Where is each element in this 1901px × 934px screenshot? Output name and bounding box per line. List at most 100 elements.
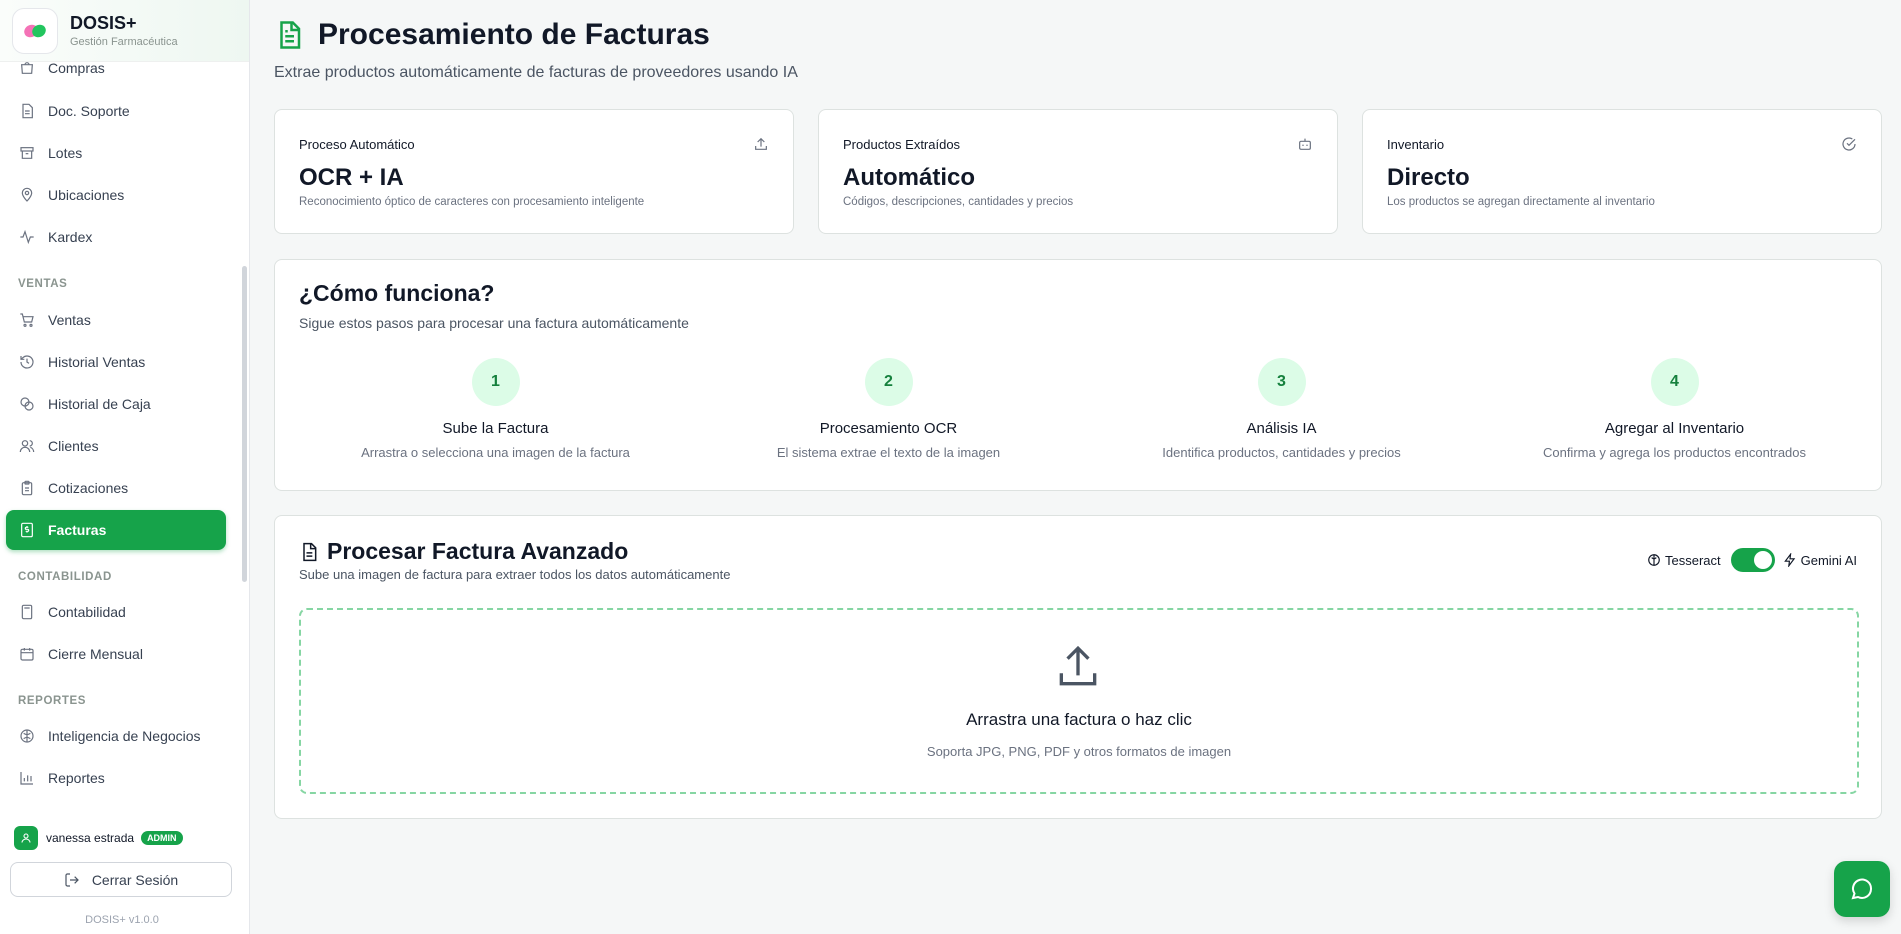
sidebar-item-reportes[interactable]: Reportes — [6, 758, 226, 798]
document-icon — [274, 19, 304, 51]
brain-icon — [1647, 553, 1661, 567]
map-pin-icon — [18, 186, 36, 204]
step-description: Confirma y agrega los productos encontra… — [1542, 445, 1807, 460]
brand-subtitle: Gestión Farmacéutica — [70, 36, 178, 48]
page-subtitle: Extrae productos automáticamente de fact… — [274, 64, 798, 81]
logout-icon — [64, 872, 80, 888]
sidebar-item-historial-caja[interactable]: Historial de Caja — [6, 384, 226, 424]
bot-icon — [1297, 136, 1313, 157]
sidebar-item-compras[interactable]: Compras — [6, 62, 226, 88]
logout-button[interactable]: Cerrar Sesión — [10, 862, 232, 897]
section-title-reportes: REPORTES — [18, 695, 87, 707]
stat-card-inventario: Inventario Directo Los productos se agre… — [1362, 109, 1882, 234]
user-name: vanessa estrada — [46, 831, 135, 845]
sidebar-scrollbar[interactable] — [242, 266, 247, 582]
sidebar-item-facturas[interactable]: Facturas — [6, 510, 226, 550]
step-1: 1 Sube la Factura Arrastra o selecciona … — [299, 358, 692, 460]
sidebar-item-contabilidad[interactable]: Contabilidad — [6, 592, 226, 632]
sidebar-item-historial-ventas[interactable]: Historial Ventas — [6, 342, 226, 382]
zap-icon — [1783, 553, 1797, 567]
sidebar-item-lotes[interactable]: Lotes — [6, 133, 226, 173]
step-2: 2 Procesamiento OCR El sistema extrae el… — [692, 358, 1085, 460]
sidebar-item-label: Doc. Soporte — [48, 103, 130, 119]
shopping-bag-icon — [18, 62, 36, 77]
upload-icon — [1053, 642, 1103, 697]
how-it-works-card: ¿Cómo funciona? Sigue estos pasos para p… — [274, 259, 1882, 491]
sidebar-item-label: Inteligencia de Negocios — [48, 728, 201, 744]
engine-label-tesseract: Tesseract — [1665, 552, 1721, 568]
step-description: Identifica productos, cantidades y preci… — [1162, 445, 1401, 460]
sidebar-item-doc-soporte[interactable]: Doc. Soporte — [6, 91, 226, 131]
sidebar-item-label: Contabilidad — [48, 604, 126, 620]
how-title: ¿Cómo funciona? — [299, 280, 495, 306]
sidebar: DOSIS+ Gestión Farmacéutica Compras Doc.… — [0, 0, 250, 934]
stat-description: Los productos se agregan directamente al… — [1387, 196, 1655, 208]
sidebar-item-label: Compras — [48, 62, 105, 76]
users-icon — [18, 437, 36, 455]
chat-icon — [1850, 877, 1874, 901]
file-text-icon — [299, 542, 319, 562]
sidebar-item-cotizaciones[interactable]: Cotizaciones — [6, 468, 226, 508]
upload-icon — [753, 136, 769, 157]
page-header: Procesamiento de Facturas — [274, 18, 710, 52]
calculator-icon — [18, 603, 36, 621]
dropzone-title: Arrastra una factura o haz clic — [966, 710, 1192, 729]
sidebar-item-inteligencia-negocios[interactable]: Inteligencia de Negocios — [6, 716, 226, 756]
toggle-knob — [1753, 551, 1772, 569]
role-badge: ADMIN — [141, 831, 183, 845]
sidebar-item-label: Clientes — [48, 438, 99, 454]
coins-icon — [18, 395, 36, 413]
brain-icon — [18, 727, 36, 745]
file-icon — [18, 102, 36, 120]
archive-icon — [18, 144, 36, 162]
sidebar-item-label: Ubicaciones — [48, 187, 125, 203]
brand-header: DOSIS+ Gestión Farmacéutica — [0, 0, 249, 62]
brand-name: DOSIS+ — [70, 13, 137, 33]
stat-card-proceso: Proceso Automático OCR + IA Reconocimien… — [274, 109, 794, 234]
user-info: vanessa estrada ADMIN — [14, 826, 183, 850]
sidebar-item-kardex[interactable]: Kardex — [6, 217, 226, 257]
invoice-processor-card: Procesar Factura Avanzado Sube una image… — [274, 515, 1882, 819]
check-circle-icon — [1841, 136, 1857, 157]
step-description: Arrastra o selecciona una imagen de la f… — [361, 445, 630, 460]
clipboard-icon — [18, 479, 36, 497]
step-4: 4 Agregar al Inventario Confirma y agreg… — [1478, 358, 1871, 460]
sidebar-nav[interactable]: Compras Doc. Soporte Lotes Ubicaciones K… — [0, 62, 244, 807]
step-title: Sube la Factura — [442, 420, 549, 437]
history-icon — [18, 353, 36, 371]
sidebar-item-label: Kardex — [48, 229, 93, 245]
engine-toggle[interactable] — [1730, 548, 1775, 572]
sidebar-item-label: Cierre Mensual — [48, 646, 143, 662]
section-title-ventas: VENTAS — [18, 278, 68, 290]
dropzone-subtitle: Soporta JPG, PNG, PDF y otros formatos d… — [926, 744, 1232, 759]
stat-title: Productos Extraídos — [843, 137, 961, 152]
sidebar-item-label: Lotes — [48, 145, 83, 161]
step-number: 3 — [1257, 358, 1306, 406]
sidebar-item-ubicaciones[interactable]: Ubicaciones — [6, 175, 226, 215]
chat-button[interactable] — [1834, 861, 1890, 917]
processor-subtitle: Sube una imagen de factura para extraer … — [299, 567, 731, 582]
sidebar-item-ventas[interactable]: Ventas — [6, 300, 226, 340]
engine-label-gemini: Gemini AI — [1800, 552, 1857, 568]
sidebar-item-clientes[interactable]: Clientes — [6, 426, 226, 466]
sidebar-item-label: Historial Ventas — [48, 354, 146, 370]
invoice-dropzone[interactable]: Arrastra una factura o haz clic Soporta … — [299, 608, 1859, 794]
stat-description: Códigos, descripciones, cantidades y pre… — [843, 196, 1074, 208]
invoice-icon — [18, 521, 36, 539]
activity-icon — [18, 228, 36, 246]
step-number: 4 — [1650, 358, 1699, 406]
stat-title: Proceso Automático — [299, 137, 415, 152]
sidebar-item-label: Ventas — [48, 312, 91, 328]
sidebar-item-label: Historial de Caja — [48, 396, 151, 412]
ocr-engine-switch: Tesseract Gemini AI — [1647, 548, 1857, 572]
sidebar-item-label: Facturas — [48, 522, 107, 538]
cart-icon — [18, 311, 36, 329]
stat-title: Inventario — [1387, 137, 1445, 152]
version-label: DOSIS+ v1.0.0 — [85, 914, 159, 926]
sidebar-item-cierre-mensual[interactable]: Cierre Mensual — [6, 634, 226, 674]
logo — [12, 7, 58, 54]
calendar-icon — [18, 645, 36, 663]
sidebar-item-label: Cotizaciones — [48, 480, 129, 496]
logout-label: Cerrar Sesión — [91, 871, 179, 888]
stat-value: OCR + IA — [299, 164, 404, 191]
